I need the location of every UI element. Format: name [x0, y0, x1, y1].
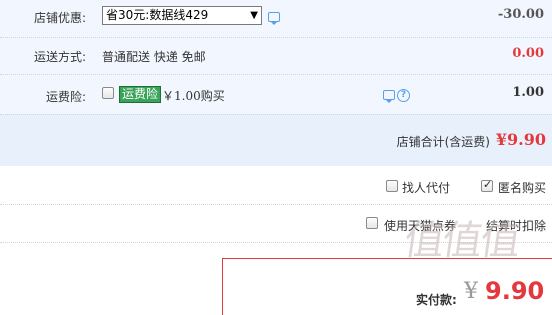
chat-icon[interactable]: [383, 90, 395, 103]
insurance-checkbox[interactable]: [102, 87, 114, 99]
store-discount-row: 店铺优惠: 省30元:数据线429 ▼ -30.00: [0, 0, 552, 37]
payment-summary-box: 实付款: ¥ 9.90: [222, 258, 552, 315]
shipping-amount: 0.00: [512, 46, 544, 61]
proxy-pay-label: 找人代付: [402, 181, 451, 195]
anonymous-label: 匿名购买: [498, 181, 547, 195]
payment-currency: ¥: [464, 279, 478, 304]
store-order-section: 店铺优惠: 省30元:数据线429 ▼ -30.00 运送方式: 普通配送 快递…: [0, 0, 552, 166]
help-icon[interactable]: ?: [397, 89, 410, 102]
store-discount-select[interactable]: 省30元:数据线429 ▼: [102, 6, 262, 25]
insurance-amount: 1.00: [512, 85, 544, 100]
store-discount-label: 店铺优惠:: [33, 11, 86, 25]
store-discount-selected: 省30元:数据线429: [106, 8, 209, 22]
insurance-price: ￥1.00购买: [162, 89, 225, 103]
store-subtotal-value: ¥9.90: [495, 130, 546, 149]
shipping-method: 普通配送 快递 免邮: [102, 50, 206, 64]
checkmark-icon: ✓: [483, 178, 493, 191]
insurance-row: 运费险: 运费险 ￥1.00购买 ? 1.00: [0, 74, 552, 114]
proxy-pay-checkbox[interactable]: [386, 180, 398, 192]
tmall-points-checkbox[interactable]: [366, 217, 378, 229]
shipping-row: 运送方式: 普通配送 快递 免邮 0.00: [0, 37, 552, 74]
order-options-row: 找人代付 ✓ 匿名购买: [0, 167, 552, 205]
insurance-badge: 运费险: [119, 86, 162, 103]
discount-amount: -30.00: [497, 7, 544, 22]
insurance-label: 运费险:: [45, 90, 86, 104]
anonymous-checkbox[interactable]: ✓: [481, 178, 493, 192]
store-subtotal-label: 店铺合计(含运费): [396, 135, 490, 149]
store-subtotal-row: 店铺合计(含运费) ¥9.90: [0, 114, 552, 166]
shipping-label: 运送方式:: [33, 50, 86, 64]
payment-value: 9.90: [485, 277, 545, 305]
chat-icon[interactable]: [268, 12, 280, 25]
payment-label: 实付款:: [416, 293, 457, 307]
chevron-down-icon: ▼: [250, 10, 258, 21]
